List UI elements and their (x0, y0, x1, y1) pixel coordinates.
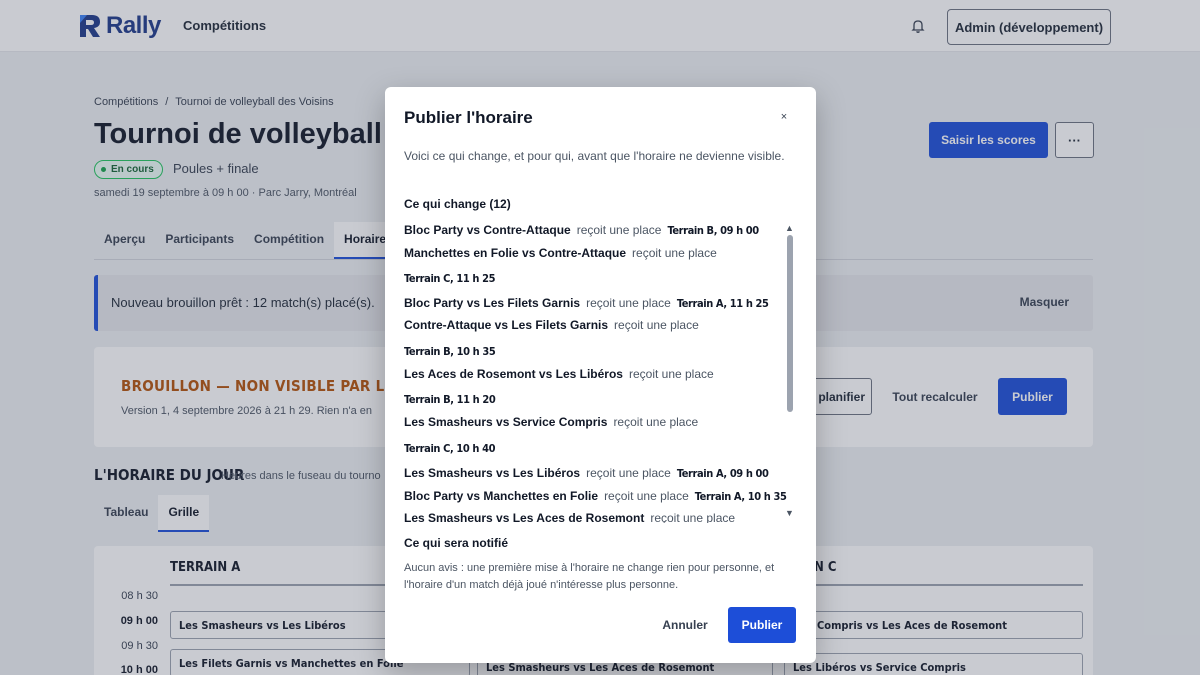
change-item: Bloc Party vs Manchettes en Folie reçoit… (404, 489, 787, 503)
cancel-button[interactable]: Annuler (650, 607, 720, 643)
change-action: reçoit une place (586, 296, 671, 310)
publish-button[interactable]: Publier (728, 607, 796, 643)
scroll-up-arrow-icon[interactable]: ▲ (785, 223, 794, 233)
change-match: Les Aces de Rosemont vs Les Libéros (404, 367, 623, 381)
notify-section-title: Ce qui sera notifié (404, 536, 509, 550)
change-match: Contre-Attaque vs Les Filets Garnis (404, 318, 609, 332)
change-item: Bloc Party vs Les Filets Garnis reçoit u… (404, 296, 769, 310)
scroll-down-arrow-icon[interactable]: ▼ (785, 508, 794, 518)
change-item: Les Smasheurs vs Les Aces de Rosemont re… (404, 511, 735, 523)
changes-list[interactable]: Bloc Party vs Contre-Attaque reçoit une … (404, 221, 796, 523)
change-item: Contre-Attaque vs Les Filets Garnis reço… (404, 318, 699, 332)
change-match: Les Smasheurs vs Les Aces de Rosemont (404, 511, 645, 523)
close-icon[interactable]: × (777, 110, 791, 124)
change-slot: Terrain C, 11 h 25 (404, 272, 496, 285)
change-item: Les Smasheurs vs Service Compris reçoit … (404, 415, 698, 429)
dialog-title: Publier l'horaire (404, 108, 533, 127)
change-slot: Terrain A, 11 h 25 (676, 297, 769, 310)
change-item: Les Aces de Rosemont vs Les Libéros reço… (404, 367, 714, 381)
notify-text: Aucun avis : une première mise à l'horai… (404, 562, 775, 591)
change-slot: Terrain A, 09 h 00 (676, 467, 769, 480)
change-slot: Terrain B, 10 h 35 (404, 345, 496, 358)
change-slot: Terrain B, 09 h 00 (667, 224, 759, 237)
change-action: reçoit une place (650, 511, 736, 523)
change-action: reçoit une place (613, 415, 699, 429)
dialog-intro: Voici ce qui change, et pour qui, avant … (404, 149, 785, 163)
change-action: reçoit une place (576, 223, 662, 237)
changes-section-title: Ce qui change (12) (404, 197, 511, 211)
change-match: Les Smasheurs vs Les Libéros (404, 466, 581, 480)
change-action: reçoit une place (604, 489, 689, 503)
change-item: Manchettes en Folie vs Contre-Attaque re… (404, 246, 717, 260)
change-action: reçoit une place (628, 367, 714, 381)
change-item: Les Smasheurs vs Les Libéros reçoit une … (404, 466, 769, 480)
scrollbar-thumb[interactable] (787, 235, 793, 412)
change-match: Bloc Party vs Manchettes en Folie (404, 489, 599, 503)
change-match: Les Smasheurs vs Service Compris (404, 415, 608, 429)
change-match: Manchettes en Folie vs Contre-Attaque (404, 246, 627, 260)
change-slot: Terrain B, 11 h 20 (404, 393, 496, 406)
change-slot: Terrain A, 10 h 35 (694, 490, 787, 503)
change-match: Bloc Party vs Les Filets Garnis (404, 296, 581, 310)
change-action: reçoit une place (614, 318, 699, 332)
change-action: reçoit une place (632, 246, 717, 260)
change-action: reçoit une place (586, 466, 671, 480)
publish-schedule-dialog: Publier l'horaire × Voici ce qui change,… (385, 87, 816, 663)
change-slot: Terrain C, 10 h 40 (404, 442, 496, 455)
change-match: Bloc Party vs Contre-Attaque (404, 223, 571, 237)
change-item: Bloc Party vs Contre-Attaque reçoit une … (404, 223, 759, 237)
